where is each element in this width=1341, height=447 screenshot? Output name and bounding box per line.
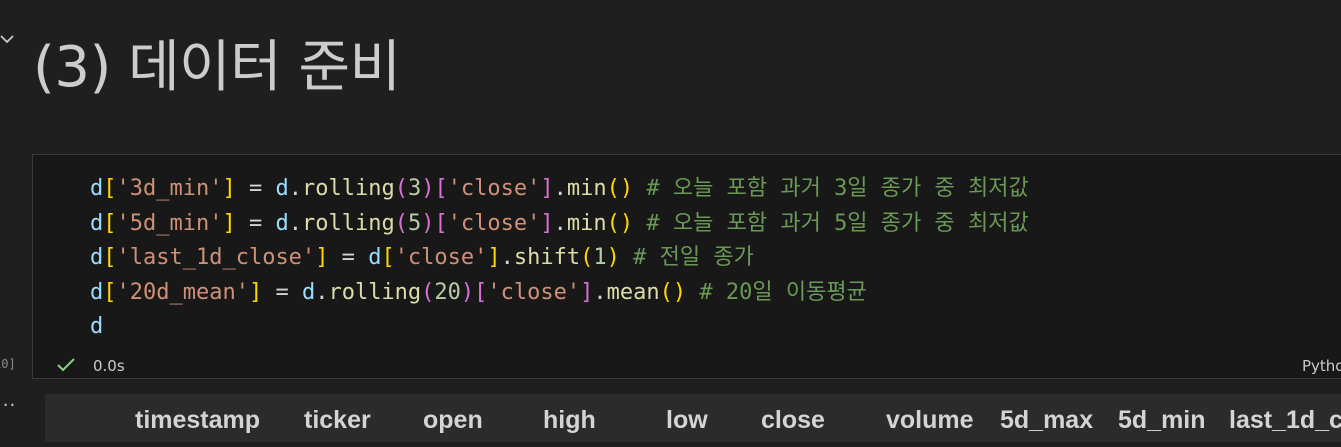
code-token: d [275,210,289,236]
execution-time: 0.0s [93,357,125,375]
code-token: # 오늘 포함 과거 5일 종가 중 최저값 [633,210,1029,236]
code-editor[interactable]: d['3d_min'] = d.rolling(3)['close'].min(… [90,172,1029,345]
code-token: . [315,279,329,305]
code-token: min [566,176,607,201]
code-token: '20d_mean' [116,279,249,305]
code-token: d [90,314,104,339]
code-token: ] [540,210,554,236]
code-line[interactable]: d['20d_mean'] = d.rolling(20)['close'].m… [90,276,1029,311]
code-token: d [368,245,382,270]
execution-count: 10] [0,357,16,371]
column-header-low: low [666,406,708,434]
code-token: mean [606,279,660,305]
code-line[interactable]: d [90,310,1029,345]
code-token: ] [487,245,501,270]
code-token: '3d_min' [116,176,223,201]
code-token: ( [580,245,594,270]
code-token: min [566,210,607,236]
code-token: ( [394,210,408,236]
code-token: ) [460,279,475,305]
code-token: ( [421,279,435,305]
code-token: [ [434,176,448,201]
code-token: 5 [407,210,422,236]
column-header-high: high [543,406,596,434]
cell-language-label[interactable]: Pytho [1302,355,1341,377]
code-token: . [288,176,302,201]
code-token: () [606,176,634,201]
code-cell[interactable]: d['3d_min'] = d.rolling(3)['close'].min(… [32,154,1341,379]
output-more-icon[interactable]: ... [0,392,16,410]
code-token: # 20일 이동평균 [686,279,867,305]
code-token: '5d_min' [116,210,223,236]
code-token: ] [315,245,329,270]
code-token: d [90,279,104,305]
code-token: [ [103,245,117,270]
code-token: [ [381,245,395,270]
code-token: () [606,210,634,236]
checkmark-icon [57,358,75,372]
code-token: ) [421,176,435,201]
code-token: ] [222,210,236,236]
code-token: ] [248,279,263,305]
code-token: 'close' [487,279,581,305]
code-token: 'last_1d_close' [116,245,316,270]
code-token: 20 [434,279,461,305]
column-header-5d-min: 5d_min [1118,406,1206,434]
code-token: ] [540,176,554,201]
code-token: d [90,210,104,236]
column-header-timestamp: timestamp [135,406,261,434]
code-token: ) [606,245,620,270]
markdown-heading: (3) 데이터 준비 [33,35,401,100]
code-token: ] [580,279,594,305]
code-token: = [262,279,302,305]
code-line[interactable]: d['last_1d_close'] = d['close'].shift(1)… [90,241,1029,276]
code-token: rolling [301,210,395,236]
code-token: [ [103,279,117,305]
code-token: ) [421,210,435,236]
code-token: . [500,245,514,270]
code-token: 'close' [447,176,541,201]
dataframe-header-row: timestamp ticker open high low close vol… [45,394,1341,442]
code-token: 'close' [447,210,541,236]
code-token: . [288,210,302,236]
code-token: . [553,176,567,201]
code-token: d [275,176,289,201]
code-token: shift [513,245,581,270]
column-header-volume: volume [886,406,974,434]
code-token: () [659,279,687,305]
column-header-close: close [761,406,825,434]
code-token: = [235,176,276,201]
code-token: [ [103,176,117,201]
chevron-down-icon[interactable] [0,28,20,50]
code-token: rolling [301,176,395,201]
code-token: . [593,279,607,305]
code-token: 3 [407,176,422,201]
code-token: = [235,210,276,236]
code-token: ( [394,176,408,201]
code-token: 'close' [394,245,488,270]
code-token: d [90,176,104,201]
code-token: d [90,245,104,270]
code-token: [ [103,210,117,236]
code-token: [ [434,210,448,236]
column-header-ticker: ticker [304,406,371,434]
code-line[interactable]: d['3d_min'] = d.rolling(3)['close'].min(… [90,172,1029,207]
code-token: d [301,279,316,305]
code-token: rolling [328,279,422,305]
code-token: [ [474,279,488,305]
code-token: # 전일 종가 [619,245,754,270]
code-line[interactable]: d['5d_min'] = d.rolling(5)['close'].min(… [90,207,1029,242]
column-header-open: open [423,406,483,434]
code-token: # 오늘 포함 과거 3일 종가 중 최저값 [633,176,1029,201]
code-token: 1 [593,245,607,270]
column-header-last-1d-close: last_1d_cl [1229,406,1341,434]
code-token: ] [222,176,236,201]
column-header-5d-max: 5d_max [1000,406,1094,434]
code-token: . [553,210,567,236]
code-token: = [328,245,369,270]
